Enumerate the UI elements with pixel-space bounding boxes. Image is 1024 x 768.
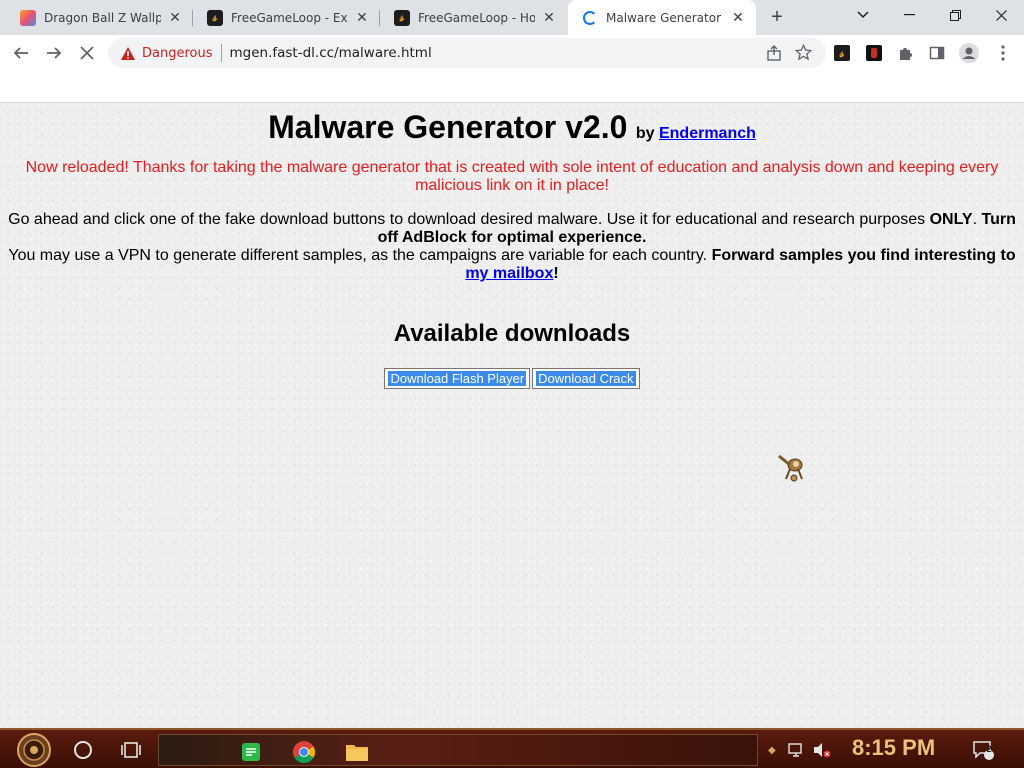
bookmark-star-icon[interactable] (794, 43, 813, 66)
start-button-icon[interactable] (10, 732, 58, 768)
omnibox-divider (220, 44, 222, 62)
tab-search-chevron-icon[interactable] (840, 0, 886, 30)
reload-notice: Now reloaded! Thanks for taking the malw… (25, 159, 999, 194)
tab-strip: Dragon Ball Z Wallpap ✕ 𝓈 FreeGameLoop -… (0, 0, 1024, 35)
task-view-icon[interactable] (120, 734, 142, 766)
download-flash-player-button[interactable]: Download Flash Player (384, 368, 531, 389)
dragonball-favicon-icon (20, 9, 36, 26)
restore-icon[interactable] (932, 0, 978, 30)
freegameloop-extension-icon[interactable]: 𝓈 (831, 42, 853, 64)
forward-samples-text: Forward samples you find interesting to (711, 247, 1016, 264)
instructions: Go ahead and click one of the fake downl… (4, 211, 1020, 283)
tab-freegameloop-home[interactable]: 𝓈 FreeGameLoop - Hom ✕ (380, 0, 567, 35)
profile-avatar-icon[interactable] (958, 42, 980, 64)
page-header: Malware Generator v2.0 by Endermanch (0, 109, 1024, 146)
new-tab-icon[interactable]: + (766, 6, 788, 28)
tab-title: FreeGameLoop - Hom (418, 10, 535, 25)
button-label: Download Crack (536, 371, 636, 386)
back-arrow-icon[interactable] (8, 40, 34, 66)
minimize-icon[interactable] (886, 0, 932, 30)
close-tab-icon[interactable]: ✕ (167, 9, 183, 26)
instructions-text-2: You may use a VPN to generate different … (8, 247, 712, 264)
byline: by Endermanch (636, 125, 756, 142)
dark-extension-icon[interactable] (863, 42, 885, 64)
page-content: Malware Generator v2.0 by Endermanch Now… (0, 103, 1024, 728)
share-icon[interactable] (766, 45, 782, 66)
animated-cursor-icon (776, 451, 810, 485)
mailbox-link[interactable]: my mailbox (465, 265, 553, 282)
freegameloop-favicon-icon: 𝓈 (207, 9, 223, 26)
extensions-puzzle-icon[interactable] (895, 42, 917, 64)
stop-loading-icon[interactable] (74, 40, 100, 66)
download-buttons: Download Flash Player Download Crack (0, 368, 1024, 389)
author-link[interactable]: Endermanch (659, 125, 756, 142)
by-label: by (635, 125, 655, 142)
taskbar-clock[interactable]: 8:15 PM (852, 735, 935, 761)
instructions-end: ! (553, 265, 559, 282)
taskbar: ◆ 8:15 PM 2 (0, 728, 1024, 768)
address-bar[interactable]: Dangerous mgen.fast-dl.cc/malware.html (108, 38, 826, 68)
forward-arrow-icon[interactable] (41, 40, 67, 66)
tab-malware-generator[interactable]: Malware Generator ✕ (568, 0, 756, 35)
tab-freegameloop-explore[interactable]: 𝓈 FreeGameLoop - Expl ✕ (193, 0, 380, 35)
downloads-heading: Available downloads (393, 320, 631, 347)
notification-center-icon[interactable]: 2 (972, 736, 994, 764)
network-icon[interactable] (788, 736, 806, 764)
security-status-label[interactable]: Dangerous (142, 46, 213, 61)
taskbar-apps (158, 734, 758, 766)
instructions-text-1: Go ahead and click one of the fake downl… (8, 211, 930, 228)
close-tab-icon[interactable]: ✕ (730, 9, 746, 26)
loading-spinner-icon (582, 10, 598, 26)
tab-title: FreeGameLoop - Expl (231, 10, 348, 25)
chrome-app-icon[interactable] (289, 740, 319, 764)
search-circle-icon[interactable] (74, 741, 92, 759)
download-crack-button[interactable]: Download Crack (532, 368, 640, 389)
bookmark-bar (0, 71, 1024, 103)
close-tab-icon[interactable]: ✕ (541, 9, 557, 26)
button-label: Download Flash Player (388, 371, 527, 386)
tab-title: Malware Generator (606, 10, 722, 25)
close-window-icon[interactable] (978, 0, 1024, 30)
file-explorer-app-icon[interactable] (342, 740, 372, 764)
browser-toolbar: Dangerous mgen.fast-dl.cc/malware.html 𝓈 (0, 35, 1024, 71)
volume-muted-icon[interactable] (812, 736, 832, 764)
tray-overflow-icon[interactable]: ◆ (768, 736, 776, 764)
only-emphasis: ONLY (929, 211, 973, 228)
page-title: Malware Generator v2.0 (268, 109, 628, 145)
freegameloop-favicon-icon: 𝓈 (394, 9, 410, 26)
tab-title: Dragon Ball Z Wallpap (44, 10, 161, 25)
side-panel-icon[interactable] (926, 42, 948, 64)
url-text[interactable]: mgen.fast-dl.cc/malware.html (230, 45, 432, 61)
warning-triangle-icon[interactable] (120, 45, 136, 61)
tab-dragon-ball[interactable]: Dragon Ball Z Wallpap ✕ (0, 0, 193, 35)
close-tab-icon[interactable]: ✕ (354, 9, 370, 26)
chrome-menu-icon[interactable] (992, 42, 1014, 64)
notification-count: 2 (986, 744, 992, 754)
sticky-notes-app-icon[interactable] (236, 740, 266, 764)
